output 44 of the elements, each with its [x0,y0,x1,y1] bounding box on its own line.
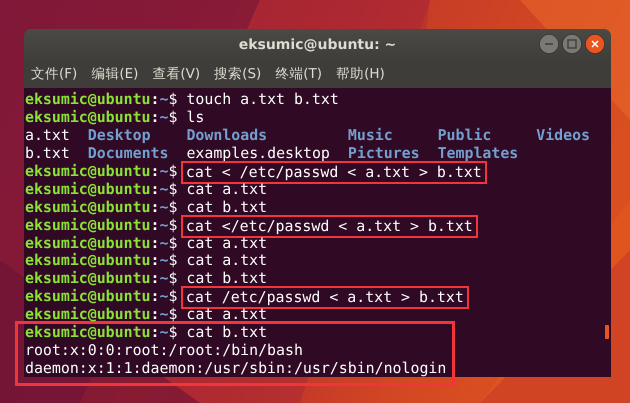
shell-prompt: eksumic@ubuntu:~$ [25,234,178,252]
shell-prompt: eksumic@ubuntu:~$ [25,306,178,324]
command-text: cat b.txt [186,324,268,342]
shell-prompt: eksumic@ubuntu:~$ [25,198,178,217]
directory-name: Downloads [186,126,268,145]
scrollbar-thumb[interactable] [605,325,609,339]
command-text: cat a.txt [186,252,268,270]
output-text: root:x:0:0:root:/root:/bin/bash [25,342,303,360]
shell-prompt: eksumic@ubuntu:~$ [25,180,178,199]
file-name: b.txt [25,144,71,163]
directory-name: Music [348,126,394,145]
directory-name: Pictures [348,144,421,163]
window-title: eksumic@ubuntu: ~ [238,36,396,52]
minimize-button[interactable] [539,34,559,54]
menu-item[interactable]: 终端(T) [272,65,326,83]
highlighted-command: cat </etc/passwd < a.txt > b.txt [180,214,478,238]
command-text: cat b.txt [186,270,268,288]
shell-prompt: eksumic@ubuntu:~$ [25,108,178,127]
highlighted-command: cat < /etc/passwd < a.txt > b.txt [180,160,487,184]
close-button[interactable] [585,34,605,54]
file-name: a.txt [25,126,71,145]
menu-item[interactable]: 文件(F) [28,65,82,83]
file-name: examples.desktop [186,144,331,163]
menu-item[interactable]: 编辑(E) [88,65,142,83]
directory-name: Public [438,126,492,145]
command-text: touch a.txt b.txt [186,91,339,109]
shell-prompt: eksumic@ubuntu:~$ [25,91,178,109]
shell-prompt: eksumic@ubuntu:~$ [25,162,178,181]
directory-name: Templates [438,144,520,163]
output-text: daemon:x:1:1:daemon:/usr/sbin:/usr/sbin/nologin [25,360,446,378]
directory-name: Documents [88,144,170,163]
menu-item[interactable]: 搜索(S) [211,65,266,83]
menu-item[interactable]: 查看(V) [149,65,204,83]
directory-name: Videos [536,126,592,145]
highlighted-command: cat /etc/passwd < a.txt > b.txt [180,286,469,310]
shell-prompt: eksumic@ubuntu:~$ [25,252,178,270]
menu-item[interactable]: 帮助(H) [333,65,389,83]
shell-prompt: eksumic@ubuntu:~$ [25,216,178,234]
shell-prompt: eksumic@ubuntu:~$ [25,288,178,306]
shell-prompt: eksumic@ubuntu:~$ [25,324,178,342]
shell-prompt: eksumic@ubuntu:~$ [25,270,178,288]
command-text: cat b.txt [186,198,268,217]
directory-name: Desktop [88,126,152,145]
command-text: ls [186,108,204,127]
